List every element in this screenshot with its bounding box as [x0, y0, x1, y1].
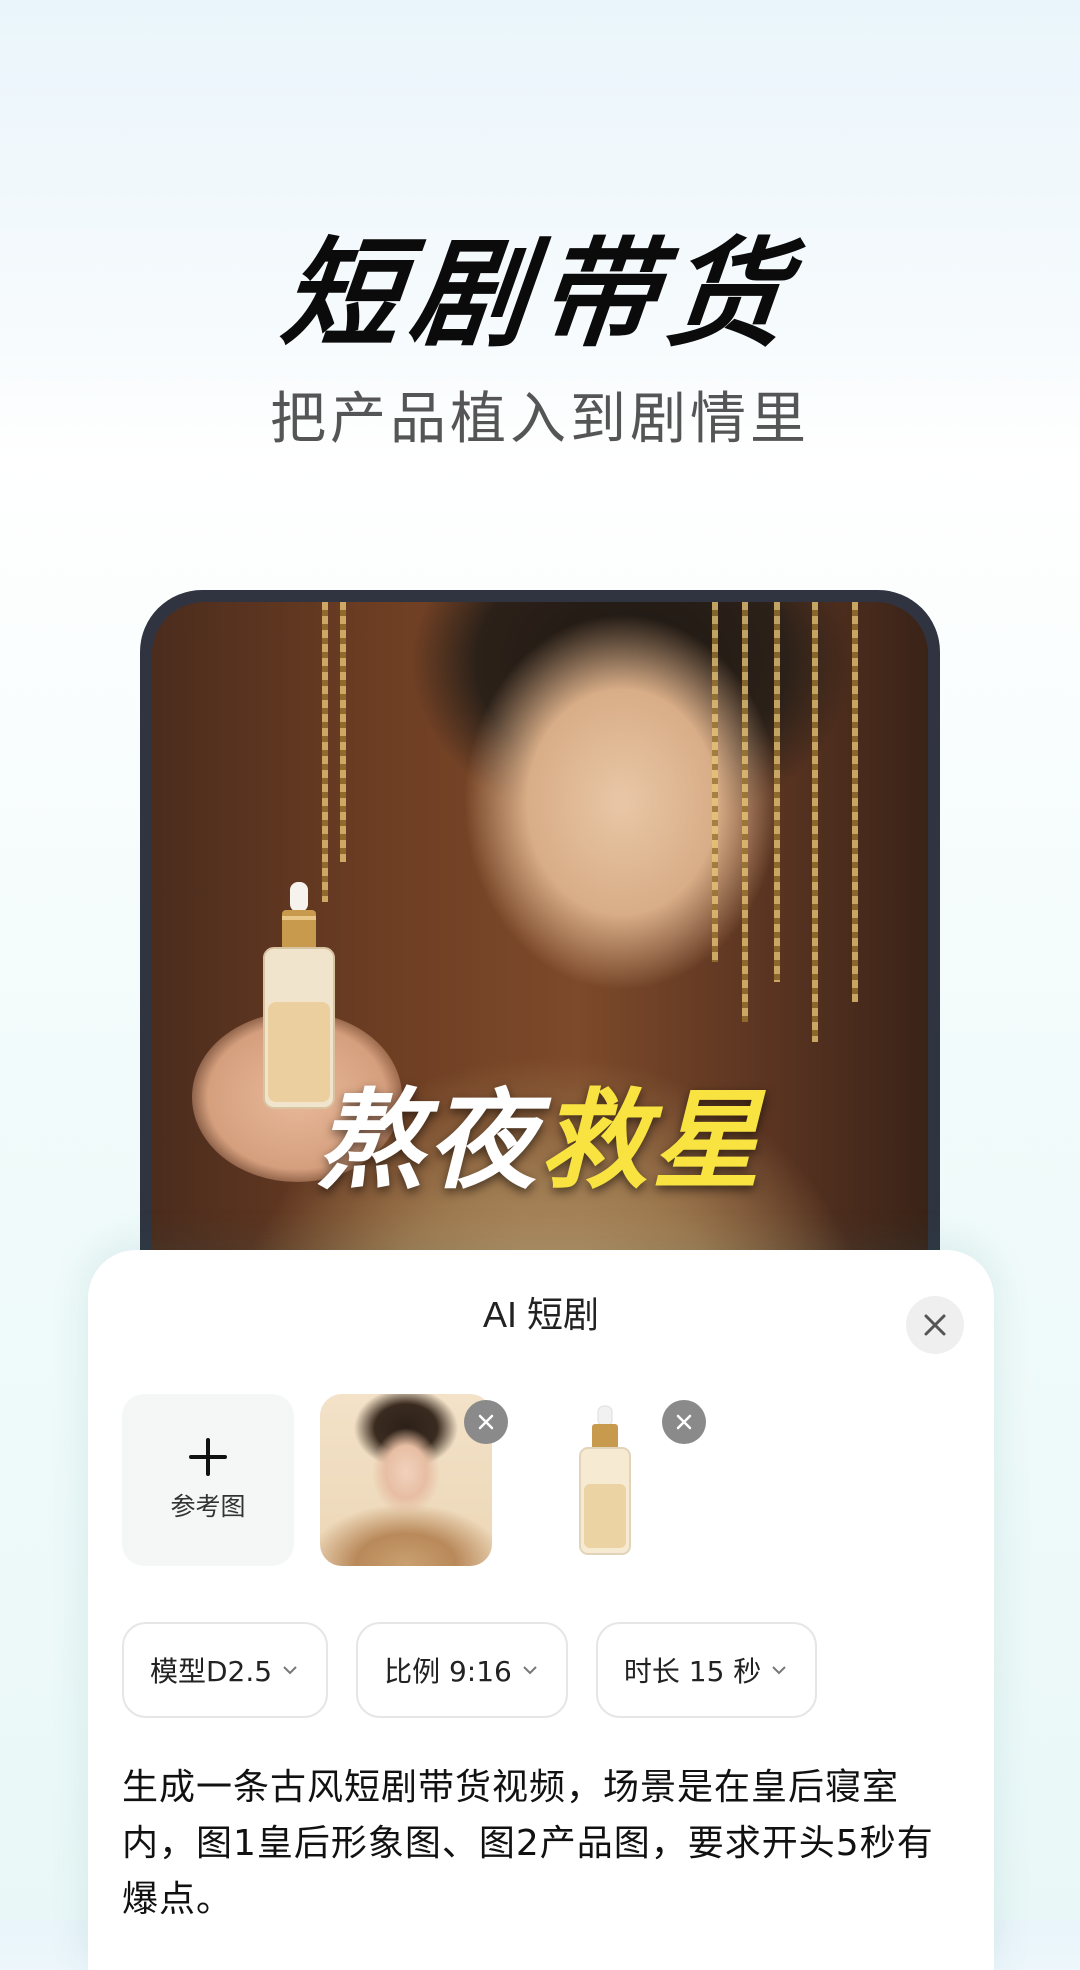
chevron-down-icon [280, 1660, 300, 1680]
panel-title: AI 短剧 [482, 1294, 600, 1335]
duration-select[interactable]: 时长 15 秒 [595, 1622, 818, 1718]
remove-icon [478, 1414, 494, 1430]
reference-thumbnail-empress[interactable] [320, 1394, 508, 1566]
caption-text-yellow: 救星 [540, 1078, 765, 1204]
prompt-input[interactable]: 生成一条古风短剧带货视频，场景是在皇后寝室内，图1皇后形象图、图2产品图，要求开… [122, 1760, 962, 1928]
hairpin-ornament [742, 602, 748, 1022]
hairpin-ornament [812, 602, 818, 1042]
hairpin-ornament [774, 602, 780, 982]
hero-title: 短剧带货 [275, 225, 803, 363]
model-select[interactable]: 模型D2.5 [122, 1622, 329, 1718]
reference-thumbnail-product[interactable] [518, 1394, 706, 1566]
hairpin-ornament [322, 602, 328, 902]
reference-images-row: 参考图 [122, 1394, 706, 1566]
plus-icon [189, 1438, 227, 1476]
close-button[interactable] [906, 1296, 964, 1354]
hairpin-ornament [852, 602, 858, 1002]
duration-select-label: 时长 15 秒 [623, 1655, 762, 1688]
chevron-down-icon [520, 1660, 540, 1680]
model-select-label: 模型D2.5 [150, 1655, 273, 1688]
chevron-down-icon [769, 1660, 789, 1680]
remove-reference-button[interactable] [662, 1400, 706, 1444]
hairpin-ornament [712, 602, 718, 962]
caption-text-white: 熬夜 [315, 1078, 540, 1204]
generation-options-row: 模型D2.5 比例 9:16 时长 15 秒 [122, 1622, 818, 1718]
ratio-select-label: 比例 9:16 [384, 1655, 512, 1688]
add-reference-label: 参考图 [170, 1492, 246, 1521]
hero-subtitle: 把产品植入到剧情里 [270, 387, 810, 452]
close-icon [924, 1314, 946, 1336]
add-reference-button[interactable]: 参考图 [122, 1394, 294, 1566]
video-caption: 熬夜救星 [152, 1054, 928, 1210]
remove-icon [676, 1414, 692, 1430]
ai-drama-panel: AI 短剧 参考图 模型D2.5 比例 9:16 时长 15 秒 生成一条古风短… [88, 1250, 994, 1970]
hairpin-ornament [340, 602, 346, 862]
remove-reference-button[interactable] [464, 1400, 508, 1444]
ratio-select[interactable]: 比例 9:16 [356, 1622, 568, 1718]
